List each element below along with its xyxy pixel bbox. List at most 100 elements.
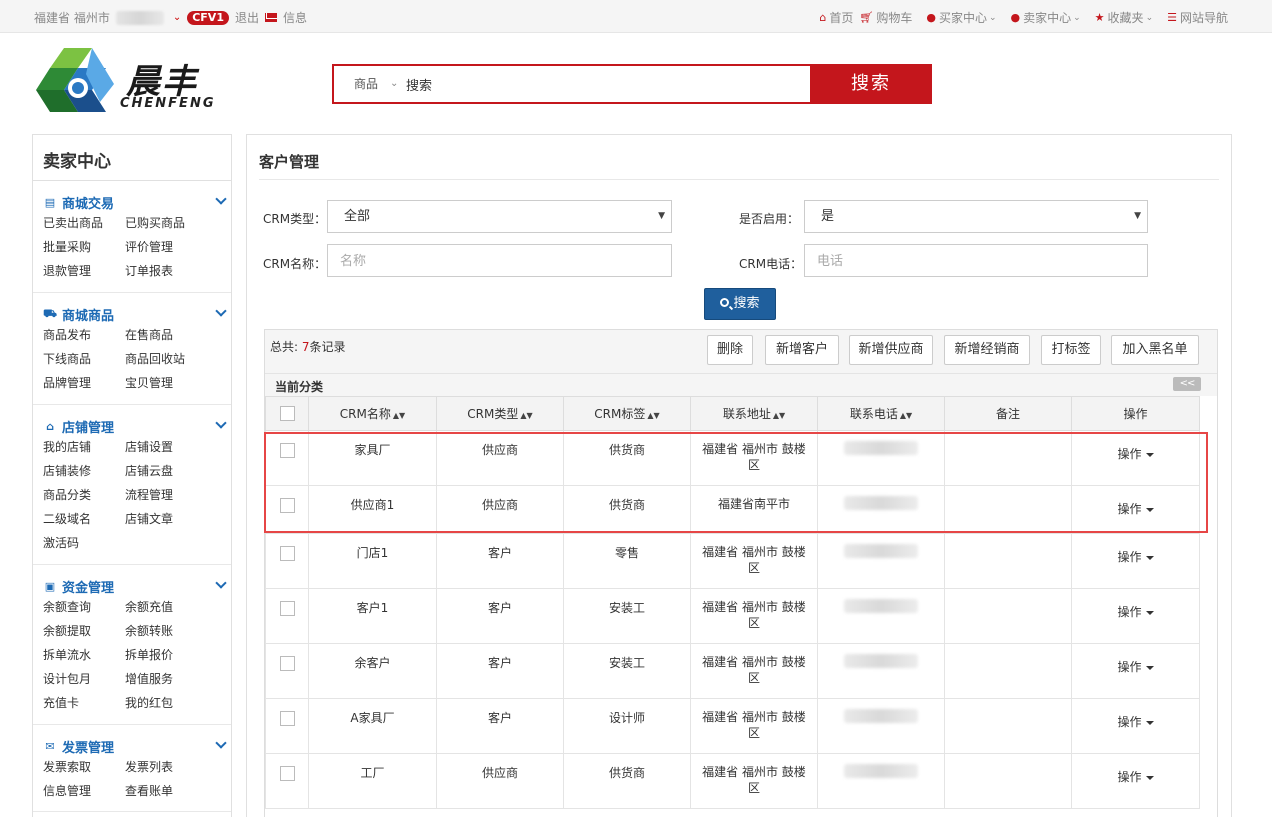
chevron-down-icon[interactable] — [215, 737, 227, 749]
sidebar-item[interactable]: 宝贝管理 — [125, 373, 215, 397]
sidebar-item[interactable]: 发票索取 — [43, 757, 125, 781]
logout-link[interactable]: 退出 — [235, 9, 259, 26]
sidebar-item[interactable]: 在售商品 — [125, 325, 215, 349]
message-link[interactable]: 信息 — [283, 9, 307, 26]
sidebar-item[interactable]: 信息管理 — [43, 781, 125, 805]
table-row[interactable]: 供应商1 供应商 供货商 福建省南平市 操作 — [265, 485, 1200, 534]
add-customer-button[interactable]: 新增客户 — [765, 335, 839, 365]
sidebar-item[interactable]: 余额转账 — [125, 621, 215, 645]
sidebar-item[interactable]: 评价管理 — [125, 237, 215, 261]
sidebar-item[interactable]: 流程管理 — [125, 485, 215, 509]
row-checkbox[interactable] — [279, 498, 295, 513]
sidebar-section-header[interactable]: ✉ 发票管理 — [43, 735, 227, 757]
sidebar-item[interactable]: 退款管理 — [43, 261, 125, 285]
enabled-select[interactable]: 是 ▼ — [804, 200, 1148, 233]
column-header[interactable]: 联系电话 ▲▼ — [817, 396, 945, 431]
sidebar-item[interactable]: 余额查询 — [43, 597, 125, 621]
row-operation-dropdown[interactable]: 操作 — [1117, 770, 1154, 784]
row-checkbox[interactable] — [279, 443, 295, 458]
sidebar-item[interactable]: 我的店铺 — [43, 437, 125, 461]
filter-search-button[interactable]: 搜索 — [704, 288, 776, 320]
row-checkbox[interactable] — [279, 711, 295, 726]
sidebar-item[interactable]: 二级域名 — [43, 509, 125, 533]
table-row[interactable]: 工厂 供应商 供货商 福建省 福州市 鼓楼区 操作 — [265, 753, 1200, 809]
row-operation-dropdown[interactable]: 操作 — [1117, 715, 1154, 729]
sidebar-item[interactable]: 店铺文章 — [125, 509, 215, 533]
sidebar-item[interactable]: 余额提取 — [43, 621, 125, 645]
row-operation-dropdown[interactable]: 操作 — [1117, 605, 1154, 619]
delete-button[interactable]: 删除 — [707, 335, 753, 365]
nav-seller-center[interactable]: ● 卖家中心 ⌄ — [1011, 9, 1081, 26]
row-operation-dropdown[interactable]: 操作 — [1117, 550, 1154, 564]
tag-button[interactable]: 打标签 — [1041, 335, 1101, 365]
nav-home[interactable]: ⌂ 首页 — [819, 9, 853, 26]
column-header[interactable]: CRM类型 ▲▼ — [436, 396, 564, 431]
sidebar-item[interactable]: 品牌管理 — [43, 373, 125, 397]
crm-type-select[interactable]: 全部 ▼ — [327, 200, 672, 233]
sidebar-item[interactable]: 已卖出商品 — [43, 213, 125, 237]
nav-buyer-center[interactable]: ● 买家中心 ⌄ — [926, 9, 996, 26]
sort-icon[interactable]: ▲▼ — [393, 411, 405, 420]
sidebar-item[interactable]: 拆单流水 — [43, 645, 125, 669]
table-row[interactable]: A家具厂 客户 设计师 福建省 福州市 鼓楼区 操作 — [265, 698, 1200, 754]
search-input[interactable] — [406, 66, 810, 102]
sidebar-item[interactable]: 下线商品 — [43, 349, 125, 373]
sidebar-section-header[interactable]: ▣ 资金管理 — [43, 575, 227, 597]
sidebar-section-header[interactable]: ⛟ 商城商品 — [43, 303, 227, 325]
table-row[interactable]: 余客户 客户 安装工 福建省 福州市 鼓楼区 操作 — [265, 643, 1200, 699]
column-header[interactable]: CRM名称 ▲▼ — [308, 396, 437, 431]
add-dealer-button[interactable]: 新增经销商 — [944, 335, 1030, 365]
row-checkbox[interactable] — [279, 601, 295, 616]
sidebar-item[interactable]: 订单报表 — [125, 261, 215, 285]
sidebar-section-header[interactable]: ⌂ 店铺管理 — [43, 415, 227, 437]
crm-name-input[interactable] — [327, 244, 672, 277]
sidebar-item[interactable]: 店铺云盘 — [125, 461, 215, 485]
crm-phone-input[interactable] — [804, 244, 1148, 277]
sidebar-item[interactable]: 商品回收站 — [125, 349, 215, 373]
sidebar-item[interactable]: 店铺设置 — [125, 437, 215, 461]
search-category-select[interactable]: 商品 ⌄ — [334, 66, 406, 102]
sidebar-item[interactable]: 余额充值 — [125, 597, 215, 621]
location-text[interactable]: 福建省 福州市 — [34, 9, 110, 26]
row-operation-dropdown[interactable]: 操作 — [1117, 447, 1154, 461]
sidebar-section-header[interactable]: ▤ 商城交易 — [43, 191, 227, 213]
table-row[interactable]: 家具厂 供应商 供货商 福建省 福州市 鼓楼区 操作 — [265, 430, 1200, 486]
collapse-button[interactable]: << — [1173, 377, 1201, 391]
chevron-down-icon[interactable]: ⌄ — [173, 12, 181, 23]
column-header[interactable]: CRM标签 ▲▼ — [563, 396, 691, 431]
row-operation-dropdown[interactable]: 操作 — [1117, 660, 1154, 674]
row-checkbox[interactable] — [279, 546, 295, 561]
row-checkbox[interactable] — [279, 766, 295, 781]
nav-site-map[interactable]: ☰ 网站导航 — [1167, 9, 1228, 26]
sidebar-item[interactable]: 批量采购 — [43, 237, 125, 261]
sidebar-item[interactable]: 设计包月 — [43, 669, 125, 693]
chevron-down-icon[interactable] — [215, 577, 227, 589]
row-operation-dropdown[interactable]: 操作 — [1117, 502, 1154, 516]
add-supplier-button[interactable]: 新增供应商 — [849, 335, 933, 365]
sort-icon[interactable]: ▲▼ — [520, 411, 532, 420]
sidebar-item[interactable]: 查看账单 — [125, 781, 215, 805]
sidebar-item[interactable]: 店铺装修 — [43, 461, 125, 485]
sidebar-item[interactable]: 增值服务 — [125, 669, 215, 693]
sidebar-item[interactable]: 商品发布 — [43, 325, 125, 349]
sort-icon[interactable]: ▲▼ — [647, 411, 659, 420]
nav-favorites[interactable]: ★ 收藏夹 ⌄ — [1095, 9, 1153, 26]
sort-icon[interactable]: ▲▼ — [900, 411, 912, 420]
sidebar-item[interactable]: 拆单报价 — [125, 645, 215, 669]
sidebar-item[interactable]: 充值卡 — [43, 693, 125, 717]
select-all-checkbox[interactable] — [279, 406, 295, 421]
sidebar-item[interactable]: 已购买商品 — [125, 213, 215, 237]
chevron-down-icon[interactable] — [215, 193, 227, 205]
blacklist-button[interactable]: 加入黑名单 — [1111, 335, 1199, 365]
sidebar-item[interactable]: 激活码 — [43, 533, 125, 557]
chevron-down-icon[interactable] — [215, 305, 227, 317]
sidebar-item[interactable]: 我的红包 — [125, 693, 215, 717]
username-redacted[interactable] — [115, 10, 164, 25]
chevron-down-icon[interactable] — [215, 417, 227, 429]
sidebar-item[interactable]: 发票列表 — [125, 757, 215, 781]
search-button[interactable]: 搜索 — [810, 64, 932, 104]
sidebar-item[interactable]: 商品分类 — [43, 485, 125, 509]
column-header[interactable]: 联系地址 ▲▼ — [690, 396, 818, 431]
table-row[interactable]: 客户1 客户 安装工 福建省 福州市 鼓楼区 操作 — [265, 588, 1200, 644]
sort-icon[interactable]: ▲▼ — [773, 411, 785, 420]
